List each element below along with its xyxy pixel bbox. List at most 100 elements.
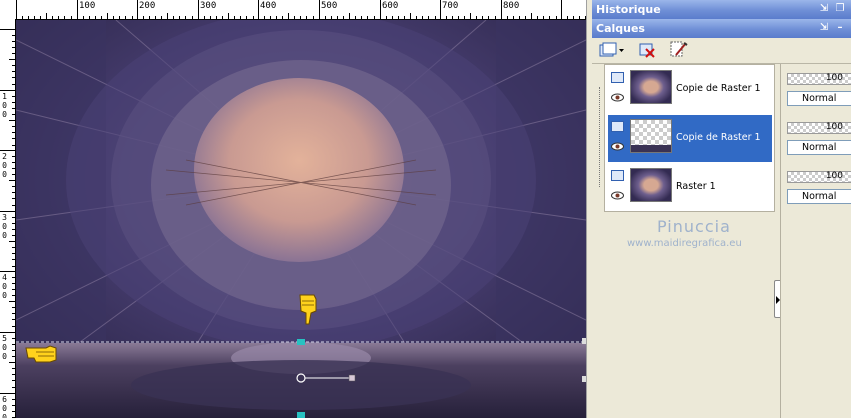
horizontal-ruler: 100 200 300 400 500 600 700 800 <box>0 0 587 20</box>
ruler-tick <box>337 16 338 19</box>
ruler-tick <box>155 16 156 19</box>
eye-icon[interactable] <box>611 93 624 102</box>
ruler-tick <box>0 393 15 394</box>
edit-mask-icon <box>670 41 688 57</box>
ruler-tick <box>495 16 496 19</box>
ruler-tick <box>0 332 15 333</box>
ruler-tick <box>470 13 471 19</box>
ruler-tick <box>46 13 47 19</box>
ruler-tick <box>9 241 15 242</box>
ruler-tick <box>12 411 15 412</box>
ruler-tick <box>9 59 15 60</box>
layer-properties: 100 Normal 100 Normal 100 Normal <box>780 64 851 418</box>
image-canvas[interactable] <box>16 20 586 418</box>
ruler-tick <box>9 120 15 121</box>
ruler-tick <box>16 0 17 19</box>
opacity-slider[interactable]: 100 <box>787 73 851 85</box>
ruler-tick <box>198 0 199 19</box>
ruler-tick <box>240 16 241 19</box>
ruler-tick <box>137 0 138 19</box>
ruler-tick <box>258 0 259 19</box>
layers-title-text: Calques <box>596 22 645 35</box>
ruler-tick <box>58 16 59 19</box>
opacity-value: 100 <box>825 122 843 132</box>
ruler-tick <box>380 0 381 19</box>
ruler-tick <box>9 180 15 181</box>
ruler-tick <box>179 16 180 19</box>
ruler-tick <box>12 295 15 296</box>
delete-layer-icon <box>639 43 655 58</box>
ruler-tick <box>12 77 15 78</box>
ruler-tick <box>392 16 393 19</box>
ruler-tick <box>185 16 186 19</box>
ruler-tick <box>501 0 502 19</box>
ruler-tick <box>12 47 15 48</box>
ruler-tick <box>0 90 15 91</box>
blend-mode-select[interactable]: Normal <box>787 140 851 155</box>
ruler-tick <box>549 16 550 19</box>
pin-icon[interactable]: ⇲ <box>818 22 830 34</box>
layers-panel-title[interactable]: Calques ⇲ – <box>592 19 851 38</box>
history-title-text: Historique <box>596 3 661 16</box>
ruler-label: 2 0 0 <box>2 152 7 179</box>
raster-layer-icon <box>611 170 624 181</box>
new-layer-button[interactable] <box>598 40 626 60</box>
layer-list[interactable]: Copie de Raster 1 Copie de Raster 1 Rast… <box>599 64 775 212</box>
eye-icon[interactable] <box>611 142 624 151</box>
opacity-slider[interactable]: 100 <box>787 122 851 134</box>
ruler-tick <box>101 16 102 19</box>
ruler-tick <box>12 319 15 320</box>
dock-icon[interactable]: ⇲ <box>818 3 830 15</box>
ruler-tick <box>12 126 15 127</box>
ruler-tick <box>89 16 90 19</box>
eye-icon[interactable] <box>611 191 624 200</box>
ruler-tick <box>12 168 15 169</box>
ruler-label: 5 0 0 <box>2 334 7 361</box>
ruler-tick <box>12 259 15 260</box>
canvas-artwork <box>16 20 586 418</box>
ruler-tick <box>12 108 15 109</box>
ruler-tick <box>561 0 562 19</box>
ruler-tick <box>12 156 15 157</box>
layer-name: Raster 1 <box>676 181 716 192</box>
ruler-tick <box>12 53 15 54</box>
ruler-tick <box>12 356 15 357</box>
ruler-label: 600 <box>382 1 399 11</box>
ruler-tick <box>398 16 399 19</box>
ruler-tick <box>12 344 15 345</box>
ruler-label: 800 <box>503 1 520 11</box>
ruler-tick <box>12 338 15 339</box>
ruler-tick <box>9 301 15 302</box>
ruler-tick <box>173 16 174 19</box>
layer-name: Copie de Raster 1 <box>676 83 761 94</box>
ruler-tick <box>325 16 326 19</box>
ruler-tick <box>294 16 295 19</box>
delete-layer-button[interactable] <box>636 40 658 60</box>
ruler-tick <box>422 16 423 19</box>
opacity-slider[interactable]: 100 <box>787 171 851 183</box>
history-panel-title[interactable]: Historique ⇲ ❐ <box>592 0 851 19</box>
ruler-tick <box>12 223 15 224</box>
restore-icon[interactable]: ❐ <box>834 3 846 15</box>
ruler-label: 200 <box>139 1 156 11</box>
ruler-tick <box>12 84 15 85</box>
ruler-tick <box>107 13 108 19</box>
minimize-icon[interactable]: – <box>834 22 846 34</box>
ruler-tick <box>282 16 283 19</box>
ruler-tick <box>40 16 41 19</box>
ruler-tick <box>355 16 356 19</box>
ruler-tick <box>12 229 15 230</box>
ruler-tick <box>12 289 15 290</box>
layer-row[interactable]: Copie de Raster 1 <box>608 66 772 113</box>
ruler-tick <box>367 16 368 19</box>
pointing-hand-icon <box>299 294 317 325</box>
ruler-tick <box>12 307 15 308</box>
blend-mode-select[interactable]: Normal <box>787 91 851 106</box>
ruler-tick <box>374 16 375 19</box>
layer-row[interactable]: Raster 1 <box>608 164 772 211</box>
layer-row-selected[interactable]: Copie de Raster 1 <box>608 115 772 162</box>
ruler-tick <box>246 16 247 19</box>
edit-mask-button[interactable] <box>668 40 690 60</box>
ruler-tick <box>83 16 84 19</box>
blend-mode-select[interactable]: Normal <box>787 189 851 204</box>
